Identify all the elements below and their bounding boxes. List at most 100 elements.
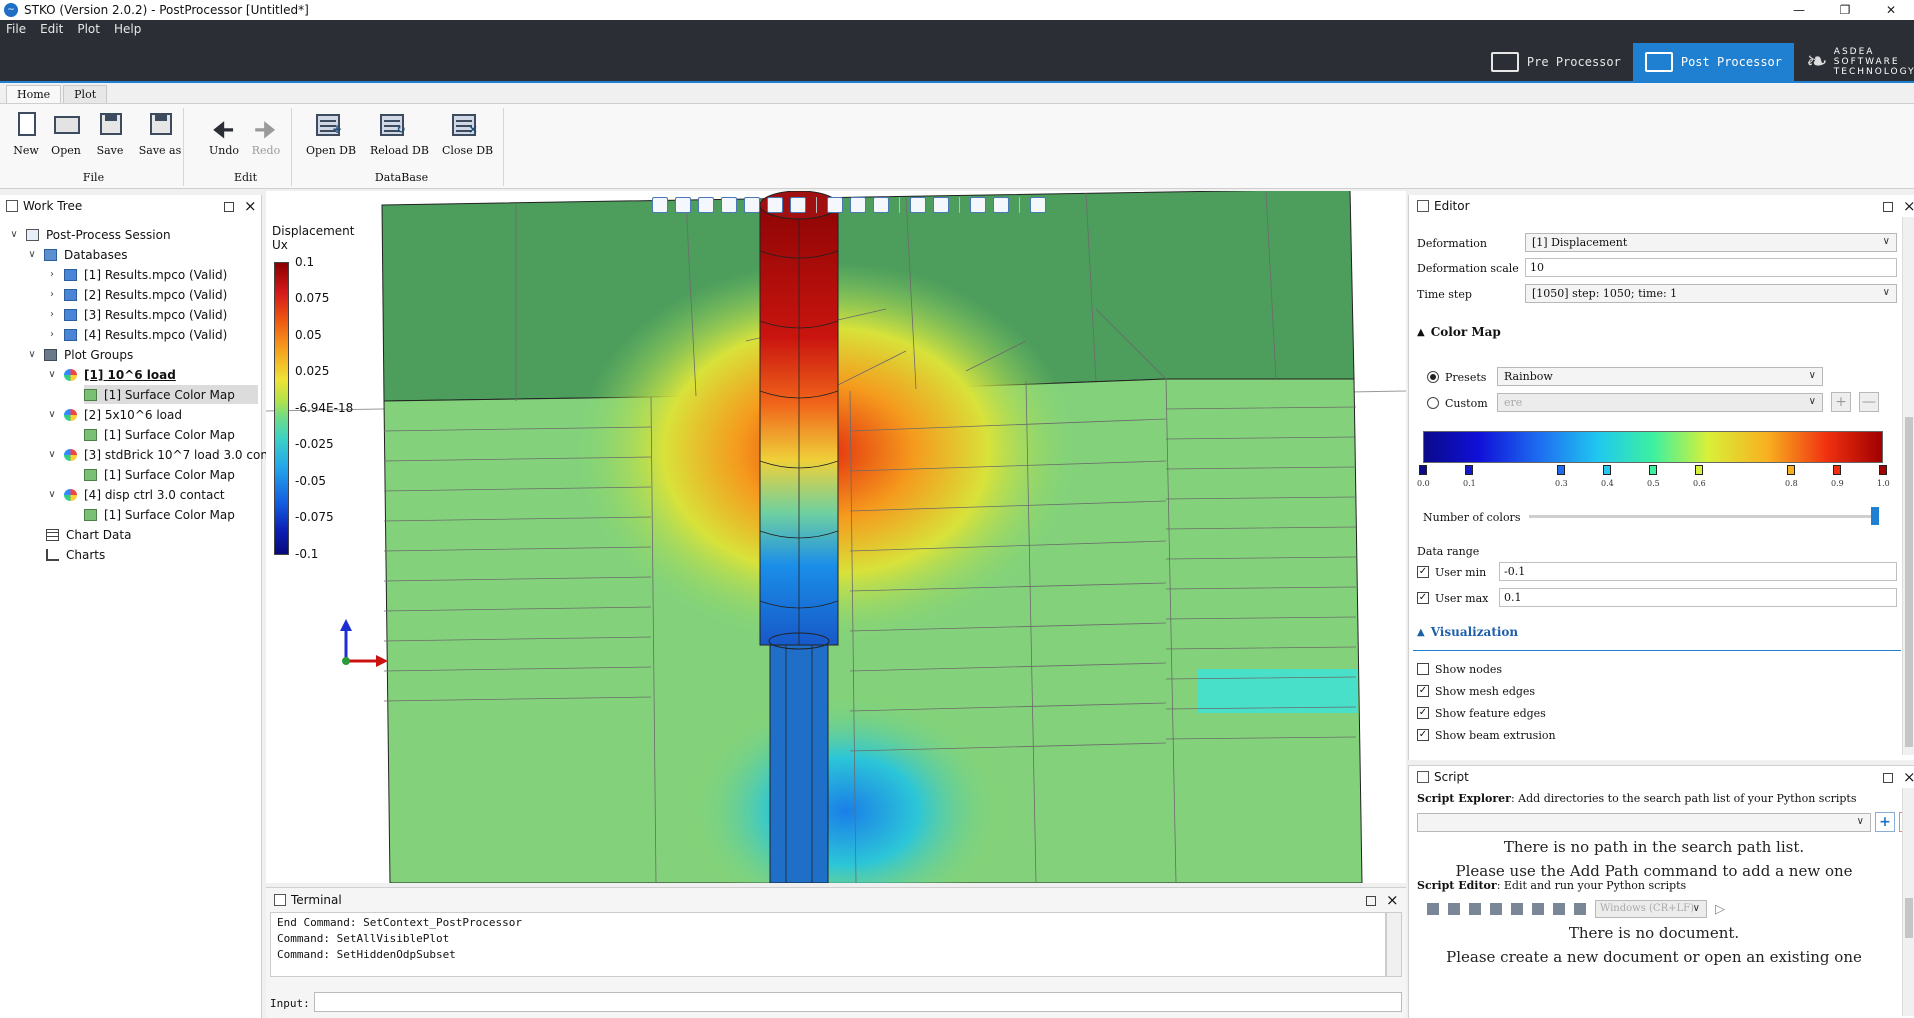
undo-button[interactable]: 🠈 Undo bbox=[202, 108, 246, 157]
undo-icon[interactable] bbox=[1511, 903, 1523, 915]
close-panel-icon[interactable]: × bbox=[1903, 199, 1914, 214]
menu-plot[interactable]: Plot bbox=[77, 22, 100, 36]
presets-select[interactable]: Rainbow bbox=[1497, 367, 1823, 386]
tree-surface-color-map[interactable]: [1] Surface Color Map bbox=[84, 465, 235, 484]
tree-surface-color-map[interactable]: [1] Surface Color Map bbox=[84, 425, 235, 444]
run-icon[interactable]: ▷ bbox=[1715, 902, 1725, 917]
view-back-icon[interactable] bbox=[698, 197, 714, 213]
time-step-select[interactable]: [1050] step: 1050; time: 1 bbox=[1525, 284, 1897, 303]
color-stop-marker[interactable] bbox=[1833, 465, 1841, 475]
tree-charts[interactable]: Charts bbox=[46, 545, 105, 564]
color-map-section[interactable]: ▲ Color Map bbox=[1417, 325, 1501, 339]
tree-plot-group[interactable]: ∨ [4] disp ctrl 3.0 contact bbox=[46, 485, 224, 504]
tree-surface-color-map[interactable]: [1] Surface Color Map bbox=[84, 385, 258, 404]
new-script-icon[interactable] bbox=[1427, 903, 1439, 915]
tree-chart-data[interactable]: Chart Data bbox=[46, 525, 131, 544]
add-path-button[interactable]: + bbox=[1875, 812, 1895, 832]
zoom-fit-icon[interactable] bbox=[970, 197, 986, 213]
color-stop-marker[interactable] bbox=[1879, 465, 1887, 475]
user-min-option[interactable]: ✓ User min bbox=[1417, 562, 1486, 582]
tree-plot-group[interactable]: ∨ [3] stdBrick 10^7 load 3.0 con... bbox=[46, 445, 279, 464]
grid-icon[interactable] bbox=[1030, 197, 1046, 213]
view-right-icon[interactable] bbox=[744, 197, 760, 213]
menu-edit[interactable]: Edit bbox=[40, 22, 63, 36]
search-path-select[interactable] bbox=[1417, 813, 1871, 832]
close-panel-icon[interactable]: × bbox=[1903, 770, 1914, 785]
save-all-icon[interactable] bbox=[1490, 903, 1502, 915]
deformation-scale-input[interactable]: 10 bbox=[1525, 258, 1897, 277]
redo-button[interactable]: 🠊 Redo bbox=[244, 108, 288, 157]
3d-viewport[interactable]: Displacement Ux 0.1 0.075 0.05 0.025 -6.… bbox=[266, 191, 1406, 883]
terminal-scrollbar[interactable] bbox=[1386, 912, 1402, 977]
menu-help[interactable]: Help bbox=[114, 22, 141, 36]
show-icon[interactable] bbox=[827, 197, 843, 213]
slider-handle[interactable] bbox=[1871, 507, 1879, 525]
maximize-button[interactable]: ❐ bbox=[1822, 0, 1868, 20]
tree-plot-groups[interactable]: ∨ Plot Groups bbox=[26, 345, 133, 364]
tree-databases[interactable]: ∨ Databases bbox=[26, 245, 127, 264]
close-db-button[interactable]: × Close DB bbox=[442, 108, 493, 157]
color-stop-marker[interactable] bbox=[1465, 465, 1473, 475]
open-script-icon[interactable] bbox=[1448, 903, 1460, 915]
indent-icon[interactable] bbox=[1553, 903, 1565, 915]
tree-db-item[interactable]: › [3] Results.mpco (Valid) bbox=[46, 305, 227, 324]
custom-option[interactable]: Custom bbox=[1427, 393, 1488, 413]
view-bottom-icon[interactable] bbox=[790, 197, 806, 213]
open-button[interactable]: Open bbox=[44, 108, 88, 157]
save-script-icon[interactable] bbox=[1469, 903, 1481, 915]
open-db-button[interactable]: + Open DB bbox=[306, 108, 356, 157]
hide-icon[interactable] bbox=[873, 197, 889, 213]
zoom-icon[interactable] bbox=[993, 197, 1009, 213]
color-stop-marker[interactable] bbox=[1695, 465, 1703, 475]
show-feature-edges-option[interactable]: ✓ Show feature edges bbox=[1417, 703, 1546, 723]
pre-processor-button[interactable]: Pre Processor bbox=[1479, 43, 1633, 81]
redo-icon[interactable] bbox=[1532, 903, 1544, 915]
custom-radio[interactable] bbox=[1427, 397, 1439, 409]
remove-stop-button[interactable]: — bbox=[1859, 392, 1879, 412]
custom-select[interactable]: ere bbox=[1497, 393, 1823, 412]
line-ending-select[interactable]: Windows (CR+LF) bbox=[1595, 900, 1707, 918]
show-mesh-edges-option[interactable]: ✓ Show mesh edges bbox=[1417, 681, 1535, 701]
visualization-section[interactable]: ▲ Visualization bbox=[1417, 625, 1518, 639]
menu-file[interactable]: File bbox=[6, 22, 26, 36]
view-iso-icon[interactable] bbox=[652, 197, 668, 213]
color-stop-marker[interactable] bbox=[1649, 465, 1657, 475]
eye-icon[interactable] bbox=[850, 197, 866, 213]
float-panel-icon[interactable] bbox=[1366, 896, 1376, 906]
wrap-icon[interactable] bbox=[1574, 903, 1586, 915]
save-button[interactable]: Save bbox=[88, 108, 132, 157]
tree-surface-color-map[interactable]: [1] Surface Color Map bbox=[84, 505, 235, 524]
script-scrollbar[interactable] bbox=[1902, 788, 1914, 1016]
reload-db-button[interactable]: ↻ Reload DB bbox=[370, 108, 429, 157]
close-window-button[interactable]: ✕ bbox=[1868, 0, 1914, 20]
close-panel-icon[interactable]: × bbox=[1386, 893, 1399, 908]
color-stop-marker[interactable] bbox=[1419, 465, 1427, 475]
save-as-button[interactable]: Save as bbox=[138, 108, 182, 157]
color-stop-marker[interactable] bbox=[1787, 465, 1795, 475]
tab-plot[interactable]: Plot bbox=[63, 85, 108, 103]
float-panel-icon[interactable] bbox=[1883, 773, 1893, 783]
add-stop-button[interactable]: + bbox=[1831, 392, 1851, 412]
tree-session[interactable]: ∨ Post-Process Session bbox=[8, 225, 170, 244]
new-button[interactable]: New bbox=[4, 108, 48, 157]
tree-db-item[interactable]: › [2] Results.mpco (Valid) bbox=[46, 285, 227, 304]
view-front-icon[interactable] bbox=[675, 197, 691, 213]
tree-db-item[interactable]: › [4] Results.mpco (Valid) bbox=[46, 325, 227, 344]
deformation-select[interactable]: [1] Displacement bbox=[1525, 233, 1897, 252]
terminal-input[interactable] bbox=[314, 992, 1402, 1012]
user-max-checkbox[interactable]: ✓ bbox=[1417, 592, 1429, 604]
parallel-icon[interactable] bbox=[933, 197, 949, 213]
color-stop-marker[interactable] bbox=[1603, 465, 1611, 475]
presets-option[interactable]: Presets bbox=[1427, 367, 1486, 387]
user-max-option[interactable]: ✓ User max bbox=[1417, 588, 1488, 608]
tree-plot-group[interactable]: ∨ [1] 10^6 load bbox=[46, 365, 176, 384]
show-beam-extrusion-option[interactable]: ✓ Show beam extrusion bbox=[1417, 725, 1556, 745]
show-beam-extrusion-checkbox[interactable]: ✓ bbox=[1417, 729, 1429, 741]
show-nodes-option[interactable]: Show nodes bbox=[1417, 659, 1502, 679]
tree-db-item[interactable]: › [1] Results.mpco (Valid) bbox=[46, 265, 227, 284]
show-mesh-edges-checkbox[interactable]: ✓ bbox=[1417, 685, 1429, 697]
color-stop-marker[interactable] bbox=[1557, 465, 1565, 475]
editor-scrollbar[interactable] bbox=[1902, 217, 1914, 755]
number-of-colors-slider[interactable] bbox=[1529, 515, 1879, 518]
view-top-icon[interactable] bbox=[767, 197, 783, 213]
